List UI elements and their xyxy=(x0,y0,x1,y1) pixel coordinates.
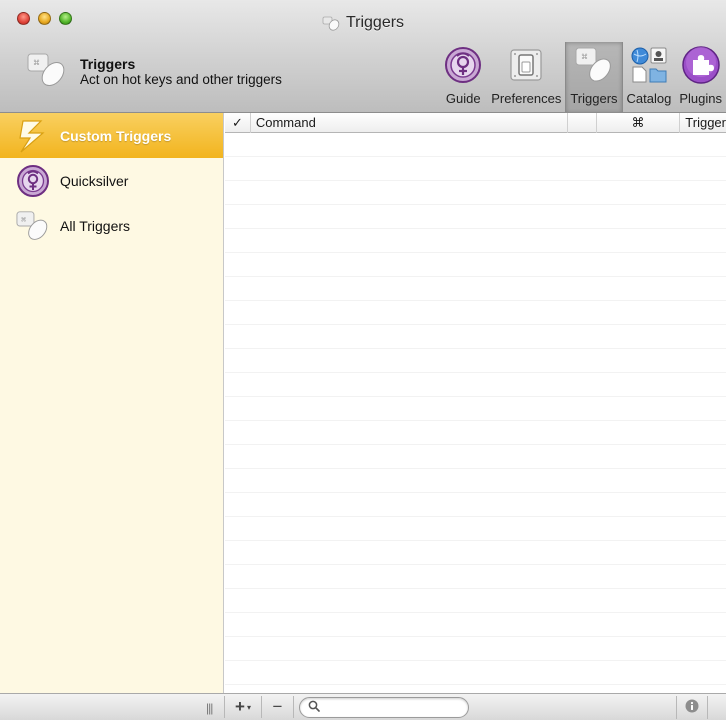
search-icon xyxy=(308,700,320,715)
pane-header: ⌘ Triggers Act on hot keys and other tri… xyxy=(26,50,282,91)
pane-description: Act on hot keys and other triggers xyxy=(80,72,282,87)
mouse-icon: ⌘ xyxy=(16,209,50,243)
sidebar: Custom Triggers Quicksilver ⌘ All Trigge… xyxy=(0,113,224,693)
table-header: ✓ Command ⌘ Trigger xyxy=(225,113,726,133)
column-header-command[interactable]: Command xyxy=(251,113,568,133)
table-row xyxy=(225,277,726,301)
svg-text:⌘: ⌘ xyxy=(21,216,27,223)
table-row xyxy=(225,373,726,397)
table-row xyxy=(225,397,726,421)
table-row xyxy=(225,565,726,589)
column-header-enabled[interactable]: ✓ xyxy=(225,113,251,133)
column-header-modifier[interactable]: ⌘ xyxy=(597,113,681,133)
sidebar-resize-handle[interactable]: ||| xyxy=(206,701,213,715)
table-row xyxy=(225,157,726,181)
sidebar-item-custom-triggers[interactable]: Custom Triggers xyxy=(0,113,223,158)
table-row xyxy=(225,493,726,517)
bottom-bar: ||| + ▾ − xyxy=(0,693,726,720)
catalog-icon xyxy=(629,45,669,85)
toolbar-plugins-label: Plugins xyxy=(679,91,722,106)
table-row xyxy=(225,253,726,277)
remove-trigger-button[interactable]: − xyxy=(262,696,294,718)
puzzle-plugin-icon xyxy=(681,45,721,85)
sidebar-item-quicksilver[interactable]: Quicksilver xyxy=(0,158,223,203)
table-row xyxy=(225,325,726,349)
info-button[interactable] xyxy=(676,696,708,719)
table-row xyxy=(225,133,726,157)
table-row xyxy=(225,613,726,637)
toolbar: Guide Preferences ⌘ Triggers Catalog Plu… xyxy=(439,42,726,112)
table-row xyxy=(225,349,726,373)
table-row xyxy=(225,517,726,541)
column-header-spacer xyxy=(568,113,597,133)
toolbar-guide[interactable]: Guide xyxy=(439,42,487,112)
add-trigger-button[interactable]: + ▾ xyxy=(224,696,262,718)
pane-title: Triggers xyxy=(80,56,136,72)
toolbar-catalog[interactable]: Catalog xyxy=(623,42,676,112)
table-row xyxy=(225,469,726,493)
table-row xyxy=(225,661,726,685)
toolbar-preferences-label: Preferences xyxy=(491,91,562,106)
preferences-switch-icon xyxy=(506,45,546,85)
table-row xyxy=(225,301,726,325)
toolbar-catalog-label: Catalog xyxy=(626,91,672,106)
window-toolbar: Triggers ⌘ Triggers Act on hot keys and … xyxy=(0,0,726,113)
table-row xyxy=(225,229,726,253)
chevron-down-icon: ▾ xyxy=(246,702,251,712)
toolbar-triggers-label: Triggers xyxy=(570,91,618,106)
sidebar-item-label: Custom Triggers xyxy=(60,127,172,144)
window-title-bar: Triggers xyxy=(0,14,726,36)
sidebar-item-all-triggers[interactable]: ⌘ All Triggers xyxy=(0,203,223,248)
search-input[interactable] xyxy=(324,700,454,715)
table-row xyxy=(225,589,726,613)
toolbar-triggers[interactable]: ⌘ Triggers xyxy=(565,42,623,112)
sidebar-item-label: Quicksilver xyxy=(60,172,129,189)
search-field[interactable] xyxy=(299,697,469,718)
info-icon xyxy=(685,699,699,716)
sidebar-item-label: All Triggers xyxy=(60,217,131,234)
window-title: Triggers xyxy=(345,14,405,31)
lightning-icon xyxy=(16,119,50,153)
table-body[interactable] xyxy=(225,133,726,685)
toolbar-plugins[interactable]: Plugins xyxy=(675,42,726,112)
column-header-trigger[interactable]: Trigger xyxy=(680,113,726,133)
table-row xyxy=(225,541,726,565)
quicksilver-guide-icon xyxy=(443,45,483,85)
mouse-icon: ⌘ xyxy=(574,45,614,85)
triggers-table: ✓ Command ⌘ Trigger xyxy=(225,113,726,693)
table-row xyxy=(225,205,726,229)
table-row xyxy=(225,421,726,445)
quicksilver-icon xyxy=(16,164,50,198)
mouse-icon: ⌘ xyxy=(26,50,68,91)
svg-text:⌘: ⌘ xyxy=(33,59,40,67)
table-row xyxy=(225,637,726,661)
mouse-icon xyxy=(322,15,340,31)
table-row xyxy=(225,181,726,205)
toolbar-preferences[interactable]: Preferences xyxy=(487,42,565,112)
plus-icon: + xyxy=(235,697,245,716)
svg-text:⌘: ⌘ xyxy=(581,53,588,61)
minus-icon: − xyxy=(272,697,283,716)
toolbar-guide-label: Guide xyxy=(445,91,481,106)
table-row xyxy=(225,445,726,469)
